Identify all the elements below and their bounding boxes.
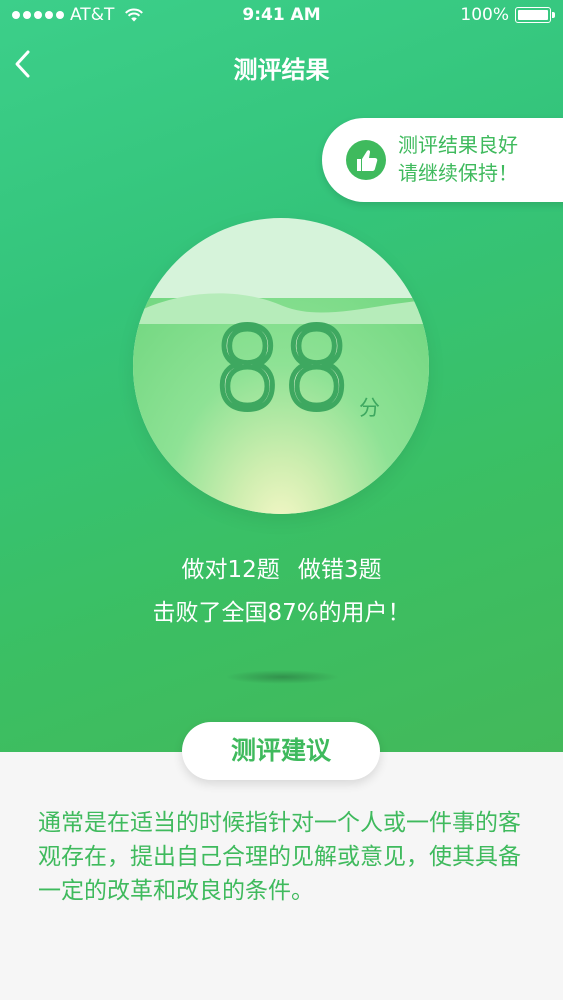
score-unit: 分 (359, 396, 380, 420)
status-bar: AT&T 9:41 AM 100% (0, 0, 563, 30)
page-title: 测评结果 (233, 56, 330, 84)
tooltip-line-2: 请继续保持！ (398, 161, 518, 185)
wrong-count: 做错3题 (297, 557, 382, 583)
correct-count: 做对12题 (181, 557, 280, 583)
score-circle: 88 分 (133, 218, 429, 514)
battery-percent: 100% (460, 5, 509, 25)
thumbs-up-icon (346, 140, 386, 180)
score-value: 88 (209, 305, 354, 435)
nav-bar: 测评结果 (0, 40, 563, 90)
advice-text: 通常是在适当的时候指针对一个人或一件事的客观存在，提出自己合理的见解或意见，使其… (38, 810, 521, 904)
test-result-screen: AT&T 9:41 AM 100% 测评结果 测评结果良好 请继续保持！ 88 … (0, 0, 563, 1000)
ranking-text: 击败了全国87%的用户！ (152, 600, 411, 626)
circle-shadow (225, 670, 340, 684)
tooltip-text: 测评结果良好 请继续保持！ (398, 131, 558, 187)
result-tooltip: 测评结果良好 请继续保持！ (322, 118, 563, 202)
battery-icon (515, 7, 555, 23)
tooltip-line-1: 测评结果良好 (398, 133, 518, 157)
answer-stats: 做对12题 做错3题 (0, 550, 563, 584)
advice-button[interactable]: 测评建议 (182, 722, 380, 780)
